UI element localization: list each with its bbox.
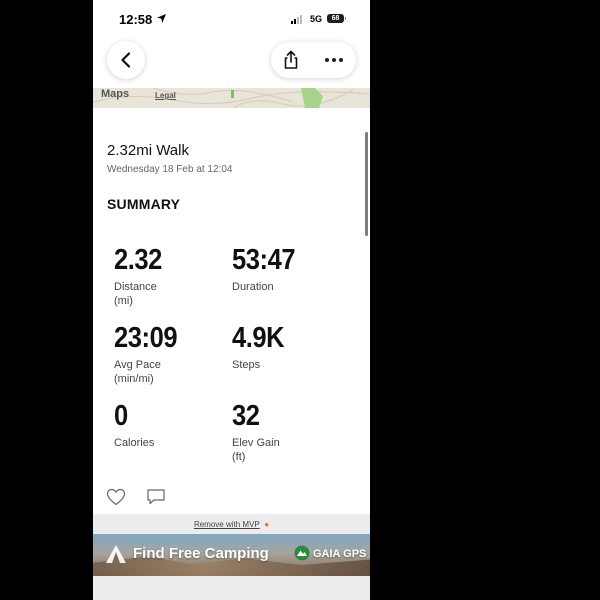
stat-steps: 4.9K Steps <box>232 322 342 372</box>
stat-elev-gain: 32 Elev Gain (ft) <box>232 400 342 464</box>
stat-value: 32 <box>232 400 260 432</box>
status-bar: 12:58 5G 68 <box>93 0 370 40</box>
remove-ads-bar: Remove with MVP ● <box>93 514 370 534</box>
location-arrow-icon <box>157 14 166 23</box>
activity-title: 2.32mi Walk <box>107 142 189 159</box>
stat-value: 4.9K <box>232 322 285 354</box>
tent-icon <box>106 545 126 563</box>
stat-label: Calories <box>114 437 155 449</box>
map-preview[interactable]: Maps Legal <box>93 88 370 108</box>
comment-icon[interactable] <box>146 488 166 506</box>
stat-duration: 53:47 Duration <box>232 244 342 294</box>
stat-distance: 2.32 Distance (mi) <box>114 244 224 308</box>
status-time: 12:58 <box>119 12 153 27</box>
activity-date: Wednesday 18 Feb at 12:04 <box>107 164 233 175</box>
ad-banner[interactable]: Find Free Camping GAIA GPS <box>93 534 370 576</box>
flame-icon: ● <box>264 520 270 529</box>
share-icon[interactable] <box>281 50 301 70</box>
stat-label: Duration <box>232 281 274 293</box>
summary-heading: SUMMARY <box>107 196 181 212</box>
signal-icon <box>291 15 305 24</box>
actions-pill <box>271 42 356 78</box>
stat-label: Elev Gain (ft) <box>232 437 280 463</box>
ad-brand: GAIA GPS <box>313 548 367 560</box>
remove-ads-link[interactable]: Remove with MVP <box>194 520 260 529</box>
stat-value: 0 <box>114 400 128 432</box>
maps-legal-link[interactable]: Legal <box>155 91 176 100</box>
ad-headline: Find Free Camping <box>133 545 269 562</box>
stat-label: Steps <box>232 359 261 371</box>
maps-attribution: Maps <box>101 88 130 100</box>
stat-label: Avg Pace (min/mi) <box>114 359 161 385</box>
stat-value: 2.32 <box>114 244 162 276</box>
stat-label: Distance (mi) <box>114 281 157 307</box>
heart-icon[interactable] <box>106 488 126 506</box>
header-bar <box>93 40 370 88</box>
stat-value: 23:09 <box>114 322 178 354</box>
network-type: 5G <box>310 14 323 24</box>
chevron-left-icon <box>121 52 131 68</box>
stat-calories: 0 Calories <box>114 400 224 450</box>
map-roads <box>93 88 370 108</box>
stat-value: 53:47 <box>232 244 296 276</box>
battery-icon: 68 <box>327 14 344 23</box>
back-button[interactable] <box>107 41 145 79</box>
scroll-indicator[interactable] <box>365 132 368 236</box>
stat-avg-pace: 23:09 Avg Pace (min/mi) <box>114 322 224 386</box>
phone-screen: 12:58 5G 68 Maps Legal 2.32mi Walk Wedne… <box>93 0 370 600</box>
activity-details: 2.32mi Walk Wednesday 18 Feb at 12:04 SU… <box>93 108 370 514</box>
more-icon[interactable] <box>325 58 346 62</box>
gaia-logo-icon <box>294 545 310 561</box>
